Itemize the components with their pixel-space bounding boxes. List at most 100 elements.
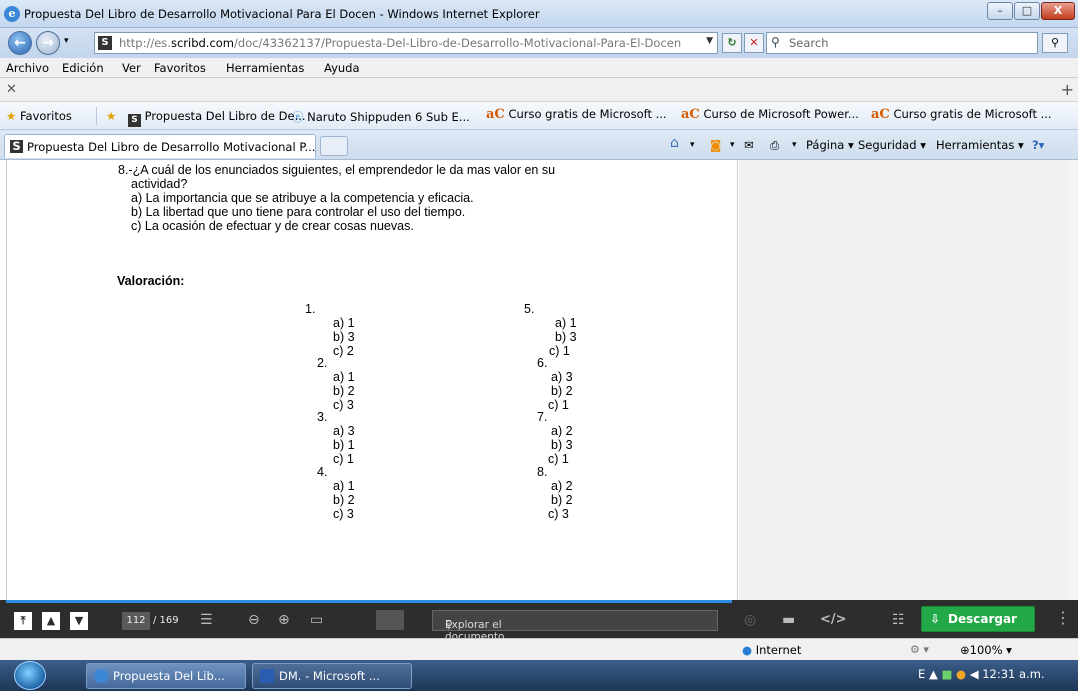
show-hidden-icons[interactable]: ▲ [929,667,938,681]
security-menu[interactable]: Seguridad ▾ [858,138,926,152]
rss-feed-icon[interactable]: ◙ [710,138,721,152]
feed-dropdown-icon[interactable]: ▾ [730,140,735,150]
home-dropdown-icon[interactable]: ▾ [690,140,695,150]
item-number: 5. [524,302,535,316]
start-button[interactable] [14,661,46,690]
first-page-button[interactable]: ⤒ [14,612,32,630]
item-option: a) 1 [333,316,355,330]
tab-active[interactable]: S Propuesta Del Libro de Desarrollo Moti… [4,134,316,158]
item-option: c) 2 [333,344,354,358]
favorite-item-naruto[interactable]: ⓔ Naruto Shippuden 6 Sub E... [292,109,470,125]
question-option-b: b) La libertad que uno tiene para contro… [131,205,466,219]
document-search-input[interactable]: ⚲ Explorar el documento... [432,610,718,643]
globe-icon: ● [742,643,753,657]
menu-favoritos[interactable]: Favoritos [154,61,206,75]
volume-icon[interactable]: ◀ [970,667,979,681]
add-to-collection-icon[interactable]: ☷ [892,612,905,628]
download-button[interactable]: ⇩ Descargar [921,606,1035,632]
item-option: b) 2 [333,493,355,507]
scribd-icon: S [10,140,23,153]
recent-pages-dropdown[interactable]: ▾ [64,36,69,46]
zoom-out-icon[interactable]: ⊖ [248,612,260,628]
question-line-2: actividad? [131,177,188,191]
next-page-button[interactable]: ▼ [70,612,88,630]
address-bar[interactable]: S http://es.scribd.com/doc/43362137/Prop… [94,32,718,54]
close-button[interactable]: X [1041,2,1075,20]
item-option: b) 2 [551,493,573,507]
windows-taskbar: Propuesta Del Lib... DM. - Microsoft ...… [0,660,1078,691]
valoracion-title: Valoración: [117,274,185,288]
protected-mode-icon[interactable]: ⚙ ▾ [910,643,929,656]
taskbar-ie-window[interactable]: Propuesta Del Lib... [86,663,246,689]
vertical-scrollbar[interactable] [1069,160,1078,600]
item-option: a) 3 [333,424,355,438]
comment-icon[interactable]: ▬ [782,612,795,628]
update-icon[interactable]: ● [956,667,966,681]
taskbar-word-window[interactable]: DM. - Microsoft ... [252,663,412,689]
print-icon[interactable]: ⎙ [770,138,779,153]
item-option: a) 2 [551,424,573,438]
item-option: c) 3 [333,398,354,412]
ie-icon [94,669,108,683]
address-row: ← → ▾ S http://es.scribd.com/doc/4336213… [0,28,1078,58]
menu-ver[interactable]: Ver [122,61,141,75]
menu-edicion[interactable]: Edición [62,61,104,75]
menu-archivo[interactable]: Archivo [6,61,49,75]
new-tab-button[interactable] [320,136,348,156]
fullscreen-icon[interactable]: ▭ [310,612,323,628]
item-option: b) 3 [555,330,577,344]
item-option: a) 1 [555,316,577,330]
zoom-level[interactable]: ⊕100% ▾ [960,643,1012,657]
maximize-button[interactable]: □ [1014,2,1040,20]
refresh-button[interactable]: ↻ [722,33,742,53]
minimize-button[interactable]: – [987,2,1013,20]
item-option: a) 1 [333,370,355,384]
embed-icon[interactable]: </> [820,612,847,627]
favorite-item-curso-2[interactable]: aC Curso gratis de Microsoft ... [871,107,1052,122]
item-number: 6. [537,356,548,370]
favorite-item-curso-power[interactable]: aC Curso de Microsoft Power... [681,107,859,122]
broadcast-icon[interactable]: ◎ [744,612,756,628]
home-icon[interactable]: ⌂ [670,135,679,151]
back-button[interactable]: ← [8,31,32,55]
tab-title: Propuesta Del Libro de Desarrollo Motiva… [27,140,316,154]
menu-ayuda[interactable]: Ayuda [324,61,360,75]
view-mode-icon[interactable] [376,610,404,630]
network-icon[interactable]: ■ [941,667,952,681]
clock[interactable]: 12:31 a.m. [982,667,1044,681]
favorite-item-curso-1[interactable]: aC Curso gratis de Microsoft ... [486,107,667,122]
page-menu[interactable]: Página ▾ [806,138,854,152]
download-icon: ⇩ [930,612,941,626]
add-favorite-icon[interactable]: ★ [106,109,116,123]
previous-page-button[interactable]: ▲ [42,612,60,630]
add-toolbar-icon[interactable]: + [1061,80,1074,99]
search-placeholder: Search [789,36,829,50]
stop-button[interactable]: ✕ [744,33,764,53]
item-option: c) 1 [333,452,354,466]
forward-button[interactable]: → [36,31,60,55]
page-number-input[interactable]: 112 [122,612,150,630]
item-option: a) 1 [333,479,355,493]
print-dropdown-icon[interactable]: ▾ [792,140,797,150]
page-list-icon[interactable]: ☰ [200,612,213,628]
tools-menu[interactable]: Herramientas ▾ [936,138,1024,152]
zoom-in-icon[interactable]: ⊕ [278,612,290,628]
aulaclic-icon: aC [871,107,890,122]
help-icon[interactable]: ?▾ [1032,138,1044,152]
address-dropdown-icon[interactable]: ▼ [706,36,713,46]
favorites-button[interactable]: ★ Favoritos [6,109,72,123]
item-number: 1. [305,302,316,316]
menu-herramientas[interactable]: Herramientas [226,61,304,75]
search-box[interactable]: ⚲ Search [766,32,1038,54]
question-line-1: 8.-¿A cuál de los enunciados siguientes,… [118,163,556,177]
mail-icon[interactable]: ✉ [744,138,754,152]
search-go-button[interactable]: ⚲ [1042,33,1068,53]
favorite-item-propuesta[interactable]: S Propuesta Del Libro de De... [128,109,306,127]
language-indicator[interactable]: E [918,667,925,681]
more-options-icon[interactable]: ⋮ [1055,608,1071,627]
close-toolbar-icon[interactable]: ✕ [6,82,17,97]
document-page[interactable]: 8.-¿A cuál de los enunciados siguientes,… [6,160,738,600]
system-tray: E ▲ ■ ● ◀ 12:31 a.m. [918,667,1045,681]
zoom-icon: ⊕ [960,643,970,657]
divider [96,107,97,125]
